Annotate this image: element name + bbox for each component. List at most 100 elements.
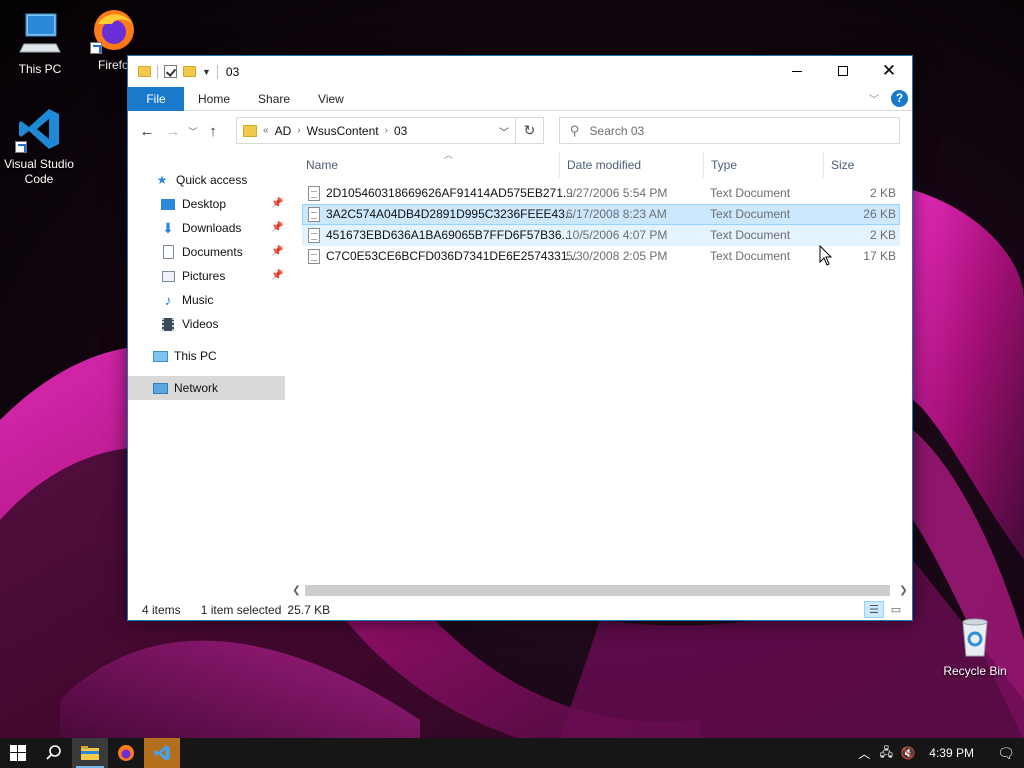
taskbar-vscode[interactable]: [144, 738, 180, 768]
address-history-chevron-icon[interactable]: ﹀: [499, 124, 509, 139]
scroll-right-icon[interactable]: ❯: [895, 582, 912, 599]
volume-muted-icon[interactable]: 🔇: [897, 746, 919, 760]
file-row[interactable]: 3A2C574A04DB4D2891D995C3236FEEE43... 6/1…: [302, 204, 900, 225]
clock[interactable]: 4:39 PM: [929, 746, 974, 760]
scrollbar-thumb[interactable]: [305, 585, 890, 596]
expand-ribbon-chevron-icon[interactable]: ﹀: [869, 91, 879, 106]
network-icon: [152, 380, 168, 396]
close-button[interactable]: ✕: [866, 56, 912, 86]
folder-icon: [243, 124, 257, 137]
forward-button[interactable]: →: [160, 123, 186, 140]
tab-file[interactable]: File: [128, 86, 184, 111]
divider[interactable]: [823, 152, 824, 178]
file-row[interactable]: 451673EBD636A1BA69065B7FFD6F57B36... 10/…: [302, 225, 900, 246]
properties-icon[interactable]: [164, 65, 177, 78]
desktop-icon-recycle-bin[interactable]: Recycle Bin: [935, 612, 1015, 679]
text-document-icon: [308, 228, 320, 243]
up-button[interactable]: ↑: [200, 123, 226, 140]
scroll-left-icon[interactable]: ❮: [288, 582, 305, 599]
large-icons-view-icon[interactable]: ▭: [886, 601, 906, 618]
new-folder-icon[interactable]: [183, 66, 196, 77]
network-icon[interactable]: 🖧: [875, 743, 897, 764]
folder-icon: [81, 746, 99, 760]
customize-toolbar-chevron-icon[interactable]: ▼: [202, 67, 211, 77]
back-button[interactable]: ←: [134, 123, 160, 140]
file-row[interactable]: C7C0E53CE6BCFD036D7341DE6E2574331... 5/3…: [302, 246, 900, 267]
chevron-right-icon[interactable]: ›: [297, 125, 300, 136]
sidebar-item-music[interactable]: ♪ Music: [160, 288, 214, 312]
sidebar-item-documents[interactable]: Documents: [160, 240, 243, 264]
vscode-icon: [154, 745, 170, 761]
file-row[interactable]: 2D105460318669626AF91414AD575EB271... 9/…: [302, 183, 900, 204]
search-button[interactable]: [36, 738, 72, 768]
search-box[interactable]: ⚲ Search 03: [559, 117, 900, 144]
chevron-up-icon[interactable]: ︿: [853, 745, 875, 762]
recent-locations-chevron-icon[interactable]: ﹀: [186, 125, 200, 138]
column-header-size[interactable]: Size: [831, 152, 901, 178]
pin-icon[interactable]: 📌: [271, 222, 283, 233]
horizontal-scrollbar[interactable]: ❮ ❯: [288, 582, 912, 599]
desktop-icon-vscode[interactable]: Visual Studio Code: [0, 105, 79, 187]
maximize-button[interactable]: [820, 56, 866, 86]
minimize-button[interactable]: [774, 56, 820, 86]
window-title: 03: [225, 64, 240, 79]
text-document-icon: [308, 207, 320, 222]
breadcrumb-wsuscontent[interactable]: WsusContent: [307, 124, 379, 138]
sidebar-item-this-pc[interactable]: This PC: [152, 344, 217, 368]
search-placeholder[interactable]: Search 03: [590, 124, 645, 138]
column-header-date-modified[interactable]: Date modified: [567, 152, 702, 178]
divider[interactable]: [703, 152, 704, 178]
desktop-icon: [160, 196, 176, 212]
file-list: Name ︿ Date modified Type Size 2D1054603…: [288, 150, 912, 582]
sidebar-item-label: Desktop: [182, 197, 227, 211]
maximize-icon: [838, 66, 848, 76]
taskbar-file-explorer[interactable]: [72, 738, 108, 768]
help-icon[interactable]: ?: [891, 90, 908, 107]
pin-icon[interactable]: 📌: [271, 270, 283, 281]
sidebar-item-label: Pictures: [182, 269, 226, 283]
refresh-button[interactable]: ↻: [516, 117, 544, 144]
sidebar-item-pictures[interactable]: Pictures: [160, 264, 225, 288]
chevron-right-icon[interactable]: ›: [385, 125, 388, 136]
sidebar-item-label: This PC: [174, 349, 217, 363]
sidebar-item-label: Network: [174, 381, 219, 395]
tab-view[interactable]: View: [304, 87, 358, 111]
column-header-name[interactable]: Name ︿: [306, 150, 560, 178]
start-button[interactable]: [0, 738, 36, 768]
music-icon: ♪: [164, 292, 172, 308]
file-explorer-window[interactable]: ▼ 03 ✕ File Home Share View ﹀ ? ← → ﹀ ↑ …: [127, 55, 913, 621]
sidebar-item-quick-access[interactable]: ★ Quick access: [154, 168, 248, 192]
breadcrumb-03[interactable]: 03: [394, 124, 407, 138]
desktop-icon-this-pc[interactable]: This PC: [0, 10, 80, 77]
tab-share[interactable]: Share: [244, 87, 304, 111]
item-count: 4 items: [142, 603, 181, 617]
shortcut-arrow-icon: [90, 42, 102, 54]
file-size: 2 KB: [869, 228, 896, 242]
status-bar: 4 items 1 item selected 25.7 KB ☰ ▭: [128, 599, 912, 621]
file-name: 451673EBD636A1BA69065B7FFD6F57B36...: [326, 228, 572, 242]
sidebar-item-downloads[interactable]: ⬇ Downloads: [160, 216, 241, 240]
column-header-type[interactable]: Type: [711, 152, 821, 178]
file-type: Text Document: [710, 228, 791, 242]
sidebar-item-network[interactable]: Network: [128, 376, 285, 400]
sidebar-item-label: Music: [182, 293, 214, 307]
address-bar[interactable]: « AD › WsusContent › 03 ﹀: [236, 117, 516, 144]
pin-icon[interactable]: 📌: [271, 198, 283, 209]
sidebar-item-label: Documents: [182, 245, 243, 259]
sidebar-item-label: Quick access: [176, 173, 248, 187]
tab-home[interactable]: Home: [184, 87, 244, 111]
file-date: 10/5/2006 4:07 PM: [566, 228, 668, 242]
system-tray: ︿ 🖧 🔇 4:39 PM 🗨: [853, 738, 1024, 768]
sidebar-item-videos[interactable]: Videos: [160, 312, 218, 336]
notifications-icon[interactable]: 🗨: [988, 745, 1024, 762]
file-type: Text Document: [710, 186, 791, 200]
taskbar-firefox[interactable]: [108, 738, 144, 768]
divider[interactable]: [559, 152, 560, 178]
breadcrumb-ad[interactable]: AD: [275, 124, 292, 138]
title-bar[interactable]: ▼ 03 ✕: [128, 56, 912, 87]
file-date: 5/30/2008 2:05 PM: [566, 249, 668, 263]
address-overflow[interactable]: «: [263, 125, 269, 136]
details-view-icon[interactable]: ☰: [864, 601, 884, 618]
sidebar-item-desktop[interactable]: Desktop: [160, 192, 226, 216]
pin-icon[interactable]: 📌: [271, 246, 283, 257]
